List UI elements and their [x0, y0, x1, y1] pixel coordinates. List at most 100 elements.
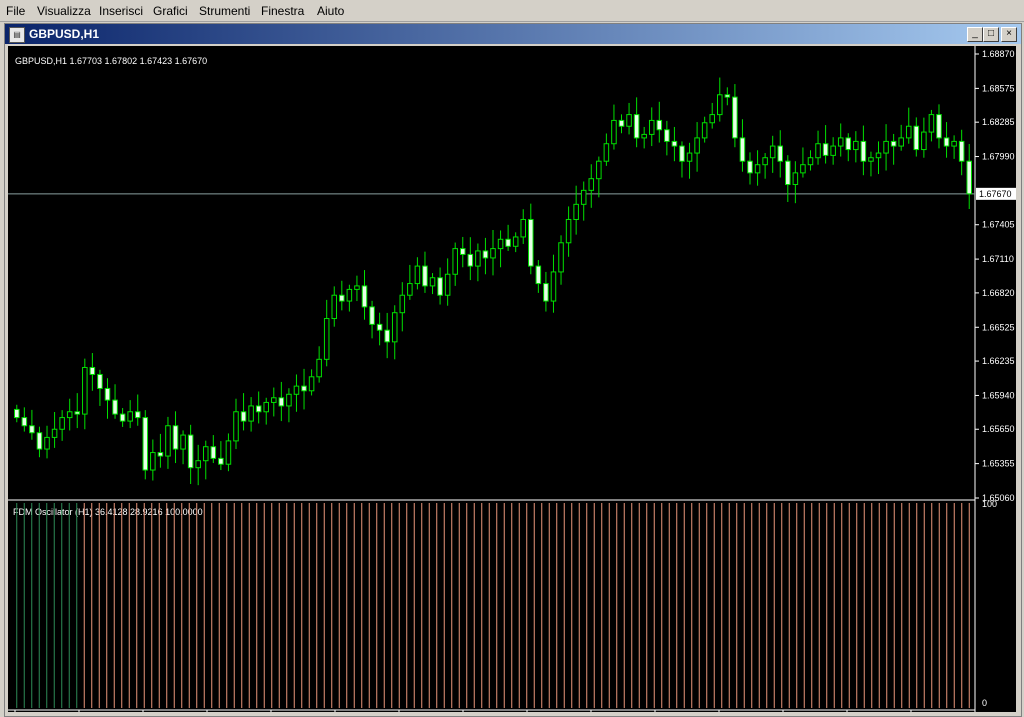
- candle-body: [777, 145, 784, 162]
- candle-body: [951, 140, 957, 147]
- menu-aiuto[interactable]: Aiuto: [317, 4, 344, 18]
- candle-body: [596, 160, 602, 180]
- candle-body: [127, 411, 133, 422]
- candle-body: [830, 145, 836, 156]
- candle-body: [384, 329, 390, 343]
- y-tick-label: 1.68285: [982, 117, 1015, 127]
- menu-strumenti[interactable]: Strumenti: [199, 4, 250, 18]
- close-button[interactable]: ×: [1001, 27, 1017, 42]
- candle-body: [444, 273, 451, 296]
- maximize-button[interactable]: □: [983, 27, 999, 42]
- y-tick-label: 1.65355: [982, 459, 1015, 469]
- candle-body: [550, 271, 557, 302]
- candle-body: [739, 137, 746, 162]
- candle-body: [134, 411, 141, 419]
- menu-inserisci[interactable]: Inserisci: [99, 4, 143, 18]
- candle-body: [815, 143, 821, 159]
- candle-body: [785, 160, 791, 186]
- candle-body: [747, 160, 753, 174]
- y-tick-label: 1.65650: [982, 424, 1015, 434]
- menu-visualizza[interactable]: Visualizza: [37, 4, 91, 18]
- candle-body: [399, 294, 406, 314]
- candle-body: [921, 131, 927, 151]
- candle-body: [316, 358, 322, 378]
- candle-body: [505, 238, 511, 247]
- candle-body: [82, 366, 88, 415]
- candle-body: [512, 236, 519, 247]
- candle-body: [762, 157, 768, 166]
- candle-body: [459, 248, 466, 255]
- menu-finestra[interactable]: Finestra: [261, 4, 304, 18]
- candle-body: [331, 294, 338, 320]
- candle-body: [588, 178, 595, 191]
- candle-body: [966, 160, 972, 195]
- candle-body: [407, 283, 413, 296]
- candle-body: [475, 250, 481, 267]
- candle-body: [898, 137, 904, 147]
- candle-body: [913, 125, 920, 151]
- candle-body: [21, 417, 28, 427]
- candle-body: [339, 294, 345, 302]
- candle-body: [709, 114, 715, 124]
- y-tick-label: 1.66235: [982, 356, 1015, 366]
- candle-body: [172, 425, 179, 450]
- candle-body: [528, 218, 534, 267]
- candle-body: [202, 446, 209, 462]
- candle-body: [928, 114, 935, 133]
- candle-body: [218, 457, 224, 465]
- candle-body: [671, 140, 678, 147]
- candle-body: [361, 285, 368, 308]
- y-tick-label: 1.65940: [982, 390, 1015, 400]
- candle-body: [520, 218, 527, 238]
- candle-body: [180, 434, 186, 450]
- candle-body: [165, 425, 171, 457]
- candle-body: [66, 411, 73, 419]
- candle-body: [150, 452, 156, 471]
- candle-body: [391, 312, 398, 343]
- candle-body: [248, 405, 254, 422]
- candle-body: [142, 417, 149, 471]
- candle-body: [573, 203, 579, 220]
- symbol-header: GBPUSD,H1 1.67703 1.67802 1.67423 1.6767…: [15, 56, 207, 66]
- y-tick-label: 1.66525: [982, 322, 1015, 332]
- candle-body: [853, 140, 859, 151]
- candle-body: [308, 376, 315, 392]
- candle-body: [648, 119, 655, 135]
- candle-body: [286, 393, 292, 407]
- candle-body: [769, 145, 776, 159]
- candle-body: [369, 306, 375, 325]
- chart-window: ▤ GBPUSD,H1 _ □ × GBPUSD,H1 1.67703 1.67…: [4, 23, 1022, 717]
- chart-area[interactable]: GBPUSD,H1 1.67703 1.67802 1.67423 1.6767…: [8, 46, 1016, 712]
- candle-body: [837, 137, 844, 147]
- menu-file[interactable]: File: [6, 4, 25, 18]
- menu-grafici[interactable]: Grafici: [153, 4, 188, 18]
- candle-body: [104, 387, 111, 401]
- candle-body: [263, 401, 269, 413]
- candle-body: [936, 114, 942, 139]
- y-tick-label: 1.67110: [982, 254, 1014, 264]
- candle-body: [754, 164, 761, 174]
- candle-body: [618, 119, 625, 127]
- candle-body: [580, 189, 587, 205]
- candle-body: [354, 285, 360, 290]
- candle-body: [119, 413, 126, 422]
- candle-body: [14, 408, 20, 419]
- candle-body: [414, 265, 421, 285]
- candle-body: [452, 248, 458, 275]
- y-tick-label: 1.68870: [982, 49, 1015, 59]
- candle-body: [271, 397, 277, 403]
- candle-body: [51, 428, 58, 438]
- y-tick-label: 1.68575: [982, 83, 1015, 93]
- window-titlebar[interactable]: ▤ GBPUSD,H1 _ □ ×: [5, 24, 1021, 44]
- candle-body: [822, 143, 829, 156]
- candle-body: [633, 114, 640, 139]
- candle-body: [195, 460, 201, 469]
- candle-body: [686, 152, 693, 162]
- y-tick-label: 1.66820: [982, 288, 1015, 298]
- minimize-button[interactable]: _: [967, 27, 983, 42]
- candle-body: [36, 432, 43, 450]
- candle-body: [958, 140, 965, 162]
- candle-body: [467, 253, 474, 267]
- candle-body: [656, 119, 663, 131]
- candle-body: [543, 283, 549, 302]
